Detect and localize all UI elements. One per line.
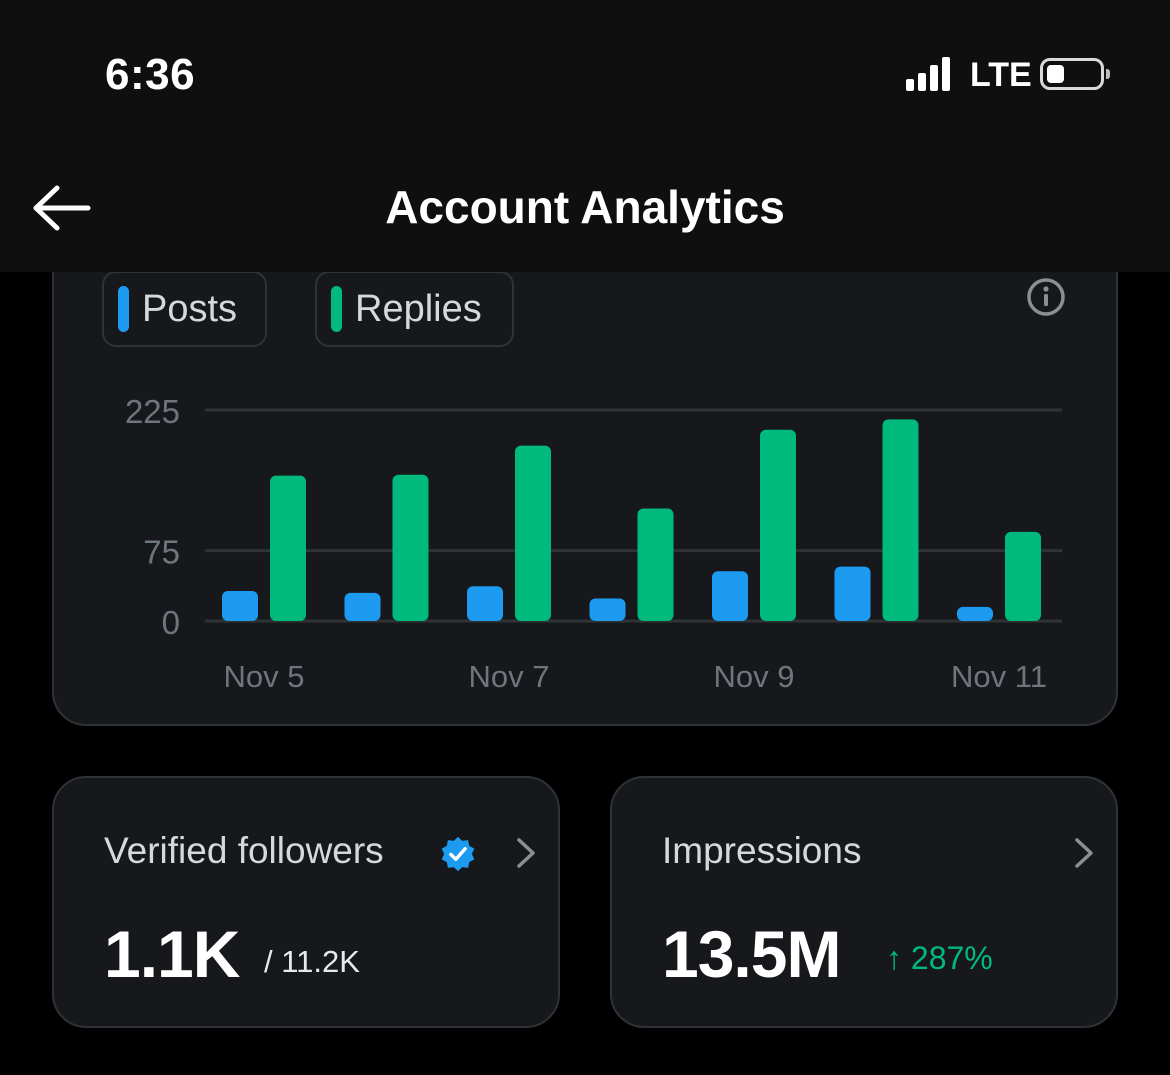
info-circle-icon[interactable]: [1026, 277, 1066, 317]
y-tick-label: 0: [162, 604, 180, 641]
replies-bar: [392, 474, 429, 621]
signal-icon: [906, 57, 950, 91]
replies-bar: [515, 445, 551, 621]
impressions-change: ↑ 287%: [886, 940, 993, 976]
verified-followers-title: Verified followers: [104, 830, 384, 871]
impressions-card[interactable]: Impressions 13.5M ↑ 287%: [610, 776, 1118, 1028]
impressions-title: Impressions: [662, 830, 862, 871]
y-tick-label: 225: [125, 393, 180, 430]
replies-swatch: [331, 286, 342, 332]
verified-badge-icon: [441, 836, 475, 872]
replies-bar: [1005, 531, 1041, 621]
posts-bar: [344, 592, 381, 621]
legend-label-posts: Posts: [142, 287, 238, 330]
x-tick-label: Nov 11: [951, 659, 1047, 694]
replies-bar: [882, 419, 919, 621]
battery-icon: [1040, 58, 1110, 90]
x-tick-label: Nov 5: [224, 659, 305, 694]
posts-bar: [834, 566, 871, 621]
network-type: LTE: [970, 56, 1032, 94]
replies-bar: [270, 475, 306, 621]
posts-bar: [712, 571, 748, 621]
x-tick-label: Nov 9: [714, 659, 795, 694]
verified-followers-total: / 11.2K: [264, 944, 360, 979]
chevron-right-icon: [1075, 838, 1093, 868]
posts-swatch: [118, 286, 129, 332]
y-tick-label: 75: [143, 534, 180, 571]
top-bar: 6:36 LTE Account Analytics: [0, 0, 1170, 272]
page-title: Account Analytics: [385, 181, 785, 233]
analytics-screen: 0 75 225 Nov 5 Nov 7 Nov 9 Nov 11 Posts Replie…: [0, 0, 1170, 1075]
legend-replies[interactable]: Replies: [315, 271, 514, 347]
posts-bar: [589, 598, 626, 621]
status-time: 6:36: [105, 50, 196, 99]
posts-bar: [222, 590, 258, 621]
chevron-right-icon: [517, 838, 535, 868]
impressions-value: 13.5M: [662, 917, 841, 991]
x-tick-label: Nov 7: [469, 659, 550, 694]
replies-bar: [637, 508, 674, 621]
posts-bar: [467, 586, 503, 621]
verified-followers-card[interactable]: Verified followers 1.1K / 11.2K: [52, 776, 560, 1028]
replies-bar: [760, 429, 796, 621]
legend-posts[interactable]: Posts: [102, 271, 267, 347]
posts-bar: [957, 606, 993, 621]
legend-label-replies: Replies: [355, 287, 482, 330]
verified-followers-value: 1.1K: [104, 917, 240, 991]
